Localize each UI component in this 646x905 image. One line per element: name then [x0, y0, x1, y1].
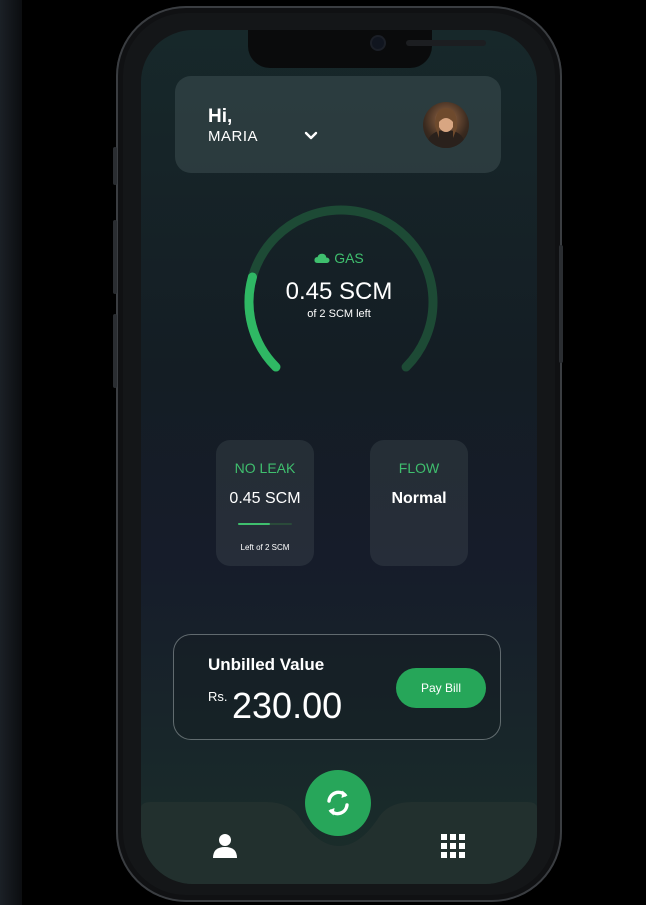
- gas-label-text: GAS: [334, 250, 364, 266]
- refresh-button[interactable]: [305, 770, 371, 836]
- greeting-text: Hi,: [208, 106, 233, 127]
- gas-value: 0.45 SCM: [285, 278, 393, 305]
- phone-button-volume-up: [113, 220, 117, 294]
- leak-value: 0.45 SCM: [229, 490, 301, 507]
- flow-title: FLOW: [398, 460, 440, 476]
- pay-bill-button[interactable]: Pay Bill: [396, 668, 486, 708]
- leak-card[interactable]: NO LEAK 0.45 SCM Left of 2 SCM: [216, 440, 314, 566]
- phone-button-volume-down: [113, 314, 117, 388]
- chevron-down-icon[interactable]: [301, 126, 321, 146]
- bill-card: Unbilled Value Rs. 230.00 Pay Bill: [173, 634, 501, 740]
- bill-currency: Rs.: [208, 689, 228, 704]
- header-card: Hi, MARIA: [175, 76, 501, 173]
- speaker: [406, 40, 486, 46]
- camera-icon: [372, 37, 384, 49]
- phone-button-mute: [113, 147, 117, 185]
- cloud-icon: [314, 253, 330, 263]
- leak-footnote: Left of 2 SCM: [240, 543, 290, 552]
- bill-title: Unbilled Value: [208, 655, 325, 674]
- notch: [248, 30, 486, 68]
- gas-label: GAS: [141, 250, 537, 266]
- leak-progress-fill: [238, 523, 271, 525]
- stage: Hi, MARIA GAS 0.45 SCM of 2 SCM left NO …: [0, 0, 646, 905]
- leak-progress-bar: [238, 523, 292, 525]
- user-name: MARIA: [208, 128, 259, 145]
- user-icon[interactable]: [212, 833, 238, 859]
- app-screen: Hi, MARIA GAS 0.45 SCM of 2 SCM left NO …: [141, 30, 537, 884]
- user-avatar[interactable]: [423, 102, 469, 148]
- flow-card[interactable]: FLOW Normal: [370, 440, 468, 566]
- leak-title: NO LEAK: [234, 460, 296, 476]
- grid-icon[interactable]: [441, 834, 465, 858]
- phone-button-power: [559, 245, 563, 363]
- refresh-icon: [327, 790, 349, 816]
- background-edge: [0, 0, 22, 905]
- flow-value: Normal: [391, 490, 447, 507]
- gas-subtitle: of 2 SCM left: [307, 308, 371, 320]
- bill-amount: 230.00: [232, 685, 343, 726]
